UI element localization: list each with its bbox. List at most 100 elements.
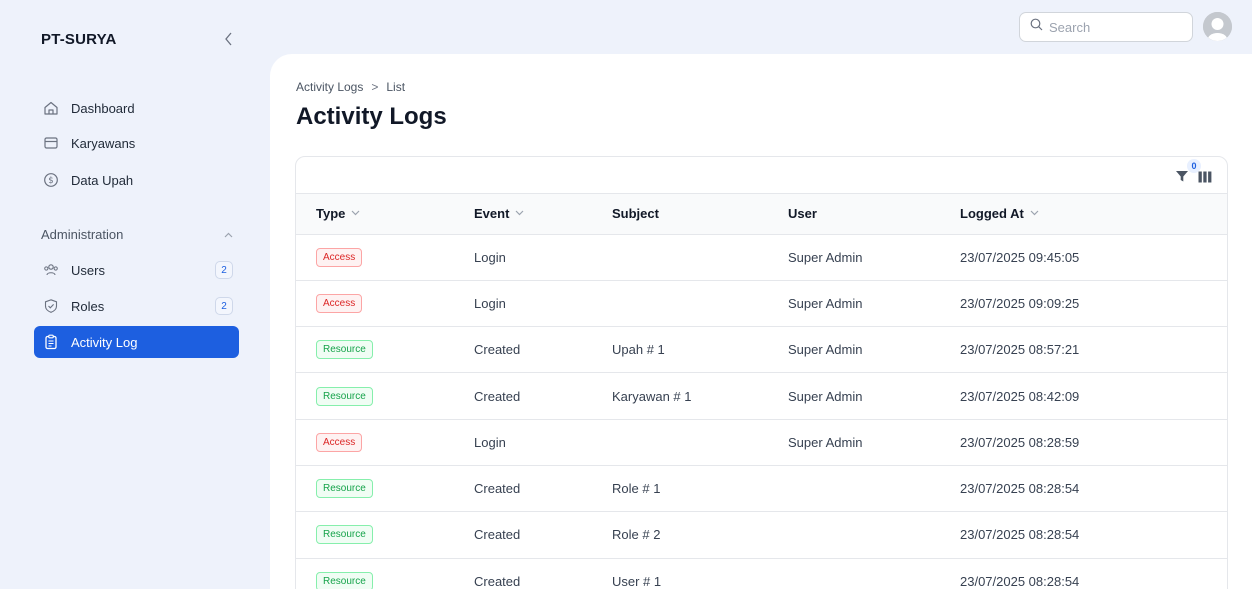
table-row[interactable]: Resource Created Upah # 1 Super Admin 23… (296, 327, 1227, 373)
search-box[interactable] (1019, 12, 1193, 42)
logged-at-cell: 23/07/2025 09:09:25 (960, 295, 1080, 311)
table-row[interactable]: Resource Created User # 1 23/07/2025 08:… (296, 558, 1227, 589)
sidebar-group-administration[interactable]: Administration (41, 227, 233, 242)
sort-chevron-icon (351, 208, 360, 219)
column-header-user: User (788, 194, 960, 235)
dollar-circle-icon: $ (42, 171, 60, 189)
breadcrumb-separator: > (371, 80, 379, 94)
sidebar-item-label: Activity Log (71, 334, 138, 350)
group-label: Administration (41, 227, 124, 242)
sidebar-item-roles[interactable]: Roles 2 (34, 290, 239, 322)
logged-at-cell: 23/07/2025 08:28:59 (960, 434, 1080, 450)
type-badge: Resource (316, 525, 373, 545)
type-badge: Resource (316, 479, 373, 499)
event-cell: Created (474, 342, 521, 358)
sidebar-item-dashboard[interactable]: Dashboard (34, 92, 239, 124)
event-cell: Login (474, 434, 506, 450)
subject-cell: Role # 1 (612, 481, 661, 497)
home-icon (42, 99, 60, 117)
table: Type Event Subject User Logged At Access… (296, 194, 1227, 589)
user-cell (788, 465, 960, 511)
breadcrumb-link[interactable]: Activity Logs (296, 80, 363, 94)
type-badge: Resource (316, 571, 373, 589)
archive-icon (42, 134, 60, 152)
column-label: Event (474, 206, 510, 222)
breadcrumb-current: List (386, 80, 406, 94)
table-header-row: Type Event Subject User Logged At (296, 194, 1227, 235)
svg-text:$: $ (48, 176, 53, 186)
event-cell: Login (474, 249, 506, 265)
chevron-left-icon (224, 32, 231, 46)
count-badge: 2 (215, 261, 233, 279)
subject-cell (612, 280, 788, 326)
user-cell: Super Admin (788, 388, 863, 404)
type-badge: Resource (316, 340, 373, 360)
column-header-event[interactable]: Event (474, 194, 612, 235)
sidebar: PT-SURYA Dashboard Karyawans $ Data Upah… (0, 0, 270, 589)
search-icon (1030, 18, 1043, 36)
sidebar-item-data-upah[interactable]: $ Data Upah (34, 164, 239, 196)
sidebar-item-label: Dashboard (71, 100, 135, 116)
logged-at-cell: 23/07/2025 08:57:21 (960, 342, 1080, 358)
chevron-up-icon[interactable] (224, 229, 233, 241)
subject-cell: Upah # 1 (612, 342, 665, 358)
logged-at-cell: 23/07/2025 08:28:54 (960, 527, 1080, 543)
table-row[interactable]: Access Login Super Admin 23/07/2025 09:0… (296, 280, 1227, 327)
collapse-sidebar-button[interactable] (218, 28, 238, 50)
filter-icon[interactable] (1175, 169, 1189, 183)
breadcrumb: Activity Logs > List (296, 80, 405, 94)
logged-at-cell: 23/07/2025 08:42:09 (960, 388, 1080, 404)
sidebar-item-label: Data Upah (71, 172, 134, 188)
column-label: Logged At (960, 206, 1024, 222)
table-toolbar: 0 (296, 157, 1227, 194)
table-row[interactable]: Access Login Super Admin 23/07/2025 08:2… (296, 419, 1227, 466)
sidebar-item-label: Karyawans (71, 135, 136, 151)
sort-chevron-icon (515, 208, 524, 219)
search-input[interactable] (1049, 19, 1179, 35)
table-row[interactable]: Resource Created Role # 1 23/07/2025 08:… (296, 465, 1227, 512)
columns-toggle-icon[interactable] (1198, 170, 1212, 183)
column-label: Type (316, 206, 346, 222)
user-cell: Super Admin (788, 249, 863, 265)
subject-cell: Karyawan # 1 (612, 388, 692, 404)
event-cell: Created (474, 573, 521, 589)
event-cell: Created (474, 527, 521, 543)
event-cell: Login (474, 295, 506, 311)
column-label: User (788, 206, 817, 222)
subject-cell: User # 1 (612, 573, 662, 589)
sidebar-item-label: Users (71, 262, 105, 278)
avatar[interactable] (1203, 12, 1232, 41)
user-cell: Super Admin (788, 434, 863, 450)
subject-cell: Role # 2 (612, 527, 661, 543)
subject-cell (612, 234, 788, 280)
table-row[interactable]: Access Login Super Admin 23/07/2025 09:4… (296, 234, 1227, 281)
sort-chevron-icon (1030, 208, 1039, 219)
page-title: Activity Logs (296, 103, 447, 130)
type-badge: Access (316, 247, 363, 267)
user-cell: Super Admin (788, 295, 863, 311)
logged-at-cell: 23/07/2025 09:45:05 (960, 249, 1080, 265)
sidebar-item-users[interactable]: Users 2 (34, 254, 239, 286)
shield-check-icon (42, 297, 60, 315)
users-icon (42, 261, 60, 279)
column-header-logged-at[interactable]: Logged At (960, 194, 1227, 235)
column-header-subject: Subject (612, 194, 788, 235)
table-row[interactable]: Resource Created Karyawan # 1 Super Admi… (296, 373, 1227, 420)
user-cell: Super Admin (788, 342, 863, 358)
type-badge: Access (316, 293, 363, 313)
column-header-type[interactable]: Type (296, 194, 474, 235)
user-cell (788, 558, 960, 589)
sidebar-item-karyawans[interactable]: Karyawans (34, 127, 239, 159)
table-row[interactable]: Resource Created Role # 2 23/07/2025 08:… (296, 512, 1227, 559)
main-content: Activity Logs > List Activity Logs 0 Typ… (270, 54, 1252, 589)
sidebar-item-label: Roles (71, 298, 105, 314)
user-cell (788, 512, 960, 558)
sidebar-item-activity-log[interactable]: Activity Log (34, 326, 239, 358)
type-badge: Resource (316, 386, 373, 406)
type-badge: Access (316, 432, 363, 452)
brand-name: PT-SURYA (41, 31, 117, 48)
user-avatar-icon (1203, 12, 1232, 41)
event-cell: Created (474, 388, 521, 404)
logged-at-cell: 23/07/2025 08:28:54 (960, 481, 1080, 497)
count-badge: 2 (215, 297, 233, 315)
